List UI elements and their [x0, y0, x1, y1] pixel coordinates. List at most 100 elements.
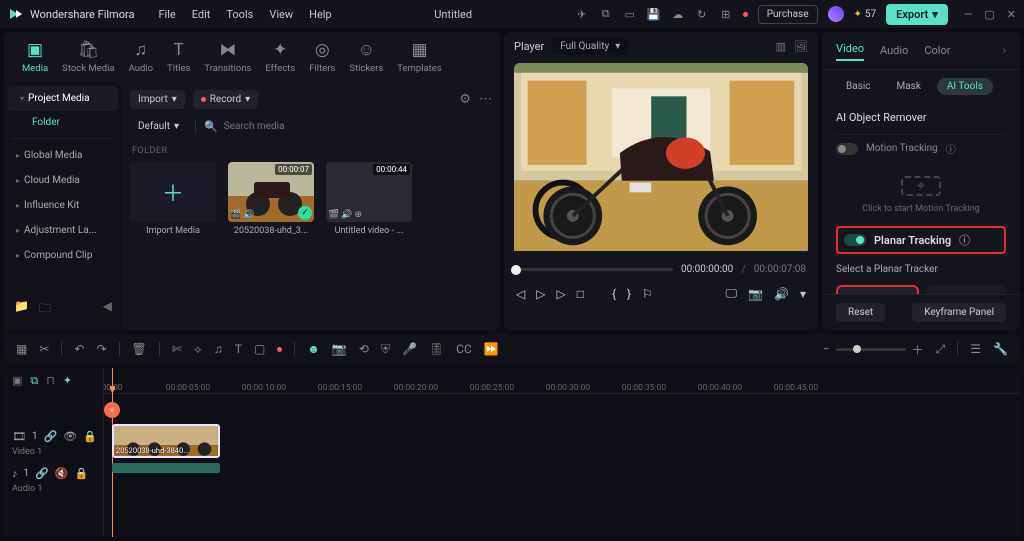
undo-icon[interactable]: ↶ [74, 342, 84, 356]
user-avatar[interactable] [828, 6, 844, 22]
music-icon[interactable]: ♫ [214, 342, 223, 356]
video-track-header[interactable]: 🎞1 🔗 👁 🔒 [4, 426, 103, 447]
screen-icon[interactable]: ⧉ [599, 7, 613, 21]
sidebar-item-compound-clip[interactable]: ▸Compound Clip [4, 243, 122, 268]
import-media-tile[interactable]: ＋ [130, 162, 216, 222]
lock-icon[interactable]: 🔒 [83, 430, 97, 443]
save-icon[interactable]: 💾 [647, 7, 661, 21]
motion-tracking-target[interactable]: ⌖ [901, 176, 941, 196]
menu-tools[interactable]: Tools [226, 8, 253, 21]
collapse-sidebar-icon[interactable]: ◀ [103, 299, 112, 320]
row-planar-tracking[interactable]: Planar Tracking ⓘ [836, 226, 1006, 254]
preview-viewport[interactable] [514, 63, 808, 255]
mute-icon[interactable]: 🔇 [55, 467, 69, 480]
tab-stickers[interactable]: ☺Stickers [349, 40, 383, 74]
speed-icon[interactable]: ⏩ [484, 342, 499, 356]
help-icon[interactable]: ⓘ [946, 141, 956, 156]
next-frame-icon[interactable]: ▷ [556, 287, 565, 301]
import-button[interactable]: Import▾ [130, 90, 185, 109]
timeline-view-icon[interactable]: ▣ [12, 374, 22, 388]
shield-icon[interactable]: ⛨ [381, 342, 390, 357]
sidebar-item-influence-kit[interactable]: ▸Influence Kit [4, 193, 122, 218]
fit-icon[interactable]: ⤢ [936, 342, 946, 357]
sidebar-item-folder[interactable]: Folder [4, 111, 122, 134]
tab-video[interactable]: Video [836, 40, 864, 61]
export-button[interactable]: Export▾ [886, 4, 948, 25]
help-icon[interactable]: ⓘ [959, 232, 970, 248]
tab-audio[interactable]: ♫Audio [129, 40, 153, 74]
subtab-mask[interactable]: Mask [887, 78, 931, 95]
compare-icon[interactable]: ▥ [776, 40, 786, 53]
mark-out-icon[interactable]: } [627, 287, 631, 301]
list-icon[interactable]: ☰ [970, 342, 981, 356]
lock-icon[interactable]: 🔒 [75, 467, 89, 480]
sidebar-item-cloud-media[interactable]: ▸Cloud Media [4, 168, 122, 193]
history-icon[interactable]: ↻ [695, 7, 709, 21]
scrub-bar[interactable] [516, 268, 673, 271]
menu-file[interactable]: File [158, 8, 175, 21]
sidebar-item-adjustment-layer[interactable]: ▸Adjustment La... [4, 218, 122, 243]
toggle-motion-tracking[interactable] [836, 143, 858, 155]
sidebar-item-global-media[interactable]: ▸Global Media [4, 143, 122, 168]
tab-transitions[interactable]: ⧓Transitions [204, 40, 251, 74]
clip-thumbnail[interactable]: 00:00:44 🎬🔊⊕ [326, 162, 412, 222]
window-close-icon[interactable]: ✕ [1007, 8, 1016, 21]
search-input[interactable]: 🔍 [195, 120, 492, 133]
reset-button[interactable]: Reset [836, 303, 885, 322]
tab-effects[interactable]: ✦Effects [265, 40, 295, 74]
auto-icon[interactable]: ✦ [63, 374, 72, 388]
tab-filters[interactable]: ◎Filters [309, 40, 335, 74]
points-badge[interactable]: ✦57 [854, 9, 877, 20]
redo-icon[interactable]: ↷ [96, 342, 106, 356]
purchase-button[interactable]: Purchase [758, 5, 818, 24]
magnet-icon[interactable]: ⊓ [46, 374, 55, 388]
play-icon[interactable]: ▷ [536, 287, 545, 301]
sidebar-item-project-media[interactable]: ▾Project Media [8, 86, 118, 111]
window-minimize-icon[interactable]: — [964, 8, 973, 21]
tab-audio[interactable]: Audio [880, 42, 908, 59]
split-icon[interactable]: ✄ [172, 342, 182, 356]
stop-icon[interactable]: □ [577, 287, 584, 301]
send-icon[interactable]: ✈ [575, 7, 589, 21]
zoom-in-icon[interactable]: ＋ [912, 341, 924, 358]
subtab-basic[interactable]: Basic [836, 78, 881, 95]
skip-button[interactable]: » [104, 402, 120, 418]
subtab-ai-tools[interactable]: AI Tools [937, 78, 993, 95]
expand-icon[interactable]: › [1003, 44, 1006, 57]
mark-in-icon[interactable]: { [612, 287, 616, 301]
tracker-auto-button[interactable]: ⛶Auto [836, 285, 919, 294]
monitor-icon[interactable]: ▭ [623, 7, 637, 21]
link-icon[interactable]: 🔗 [35, 467, 49, 480]
new-bin-icon[interactable]: 🗀 [39, 299, 51, 320]
camera-icon[interactable]: 📷 [332, 342, 347, 356]
loop-icon[interactable]: ⟲ [359, 342, 369, 356]
link-icon[interactable]: 🔗 [44, 430, 58, 443]
timeline-clip[interactable]: 20520038-uhd-3840... [112, 424, 220, 458]
marker-icon[interactable]: ⚐ [642, 287, 653, 301]
apps-icon[interactable]: ⊞ [719, 7, 733, 21]
scrub-head-icon[interactable] [511, 265, 521, 275]
zoom-slider[interactable]: − ＋ [823, 341, 924, 358]
mixer-icon[interactable]: 🎚 [429, 342, 444, 356]
menu-view[interactable]: View [269, 8, 293, 21]
settings-icon[interactable]: ▾ [800, 287, 806, 301]
trim-icon[interactable]: ⟡ [194, 342, 202, 357]
row-motion-tracking[interactable]: Motion Tracking ⓘ [836, 134, 1006, 162]
image-icon[interactable]: 🖼 [794, 40, 808, 53]
mic-icon[interactable]: 🎤 [402, 342, 417, 356]
audio-track-header[interactable]: ♪1 🔗 🔇 🔒 [4, 463, 103, 484]
grid-icon[interactable]: ▦ [16, 342, 27, 356]
tracker-advanced-button[interactable]: ◎Advanced [927, 285, 1006, 294]
crop-tool-icon[interactable]: ▢ [254, 342, 265, 356]
record-button[interactable]: Record▾ [193, 90, 258, 109]
cloud-icon[interactable]: ☁ [671, 7, 685, 21]
tab-stock-media[interactable]: 🛍Stock Media [62, 40, 114, 74]
clip-thumbnail[interactable]: 00:00:07 🎬🔊 ✓ [228, 162, 314, 222]
prev-frame-icon[interactable]: ◁ [516, 287, 525, 301]
zoom-track[interactable] [836, 348, 906, 351]
link-icon[interactable]: ⧉ [30, 374, 38, 388]
tab-color[interactable]: Color [924, 42, 950, 59]
tab-templates[interactable]: ▦Templates [397, 40, 441, 74]
more-icon[interactable]: ⋯ [479, 92, 492, 107]
toggle-planar-tracking[interactable] [844, 234, 866, 246]
